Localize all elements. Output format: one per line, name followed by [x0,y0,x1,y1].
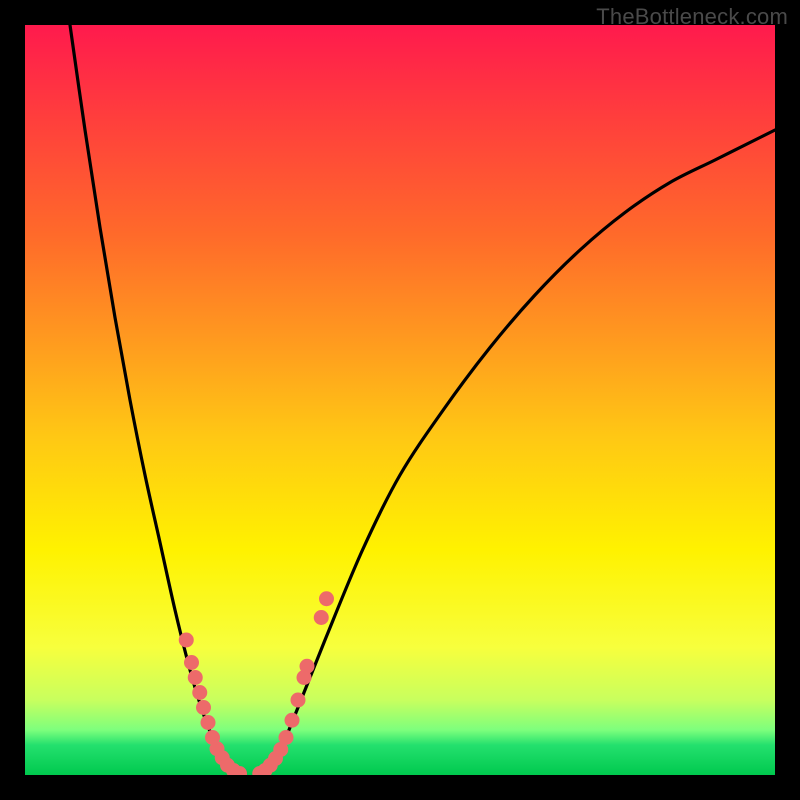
data-point [188,670,203,685]
data-point [192,685,207,700]
data-point [184,655,199,670]
data-point-markers [179,591,334,775]
data-point [179,633,194,648]
curve-left-branch [70,25,235,775]
data-point [279,730,294,745]
data-point [319,591,334,606]
chart-svg [25,25,775,775]
data-point [291,693,306,708]
data-point [300,659,315,674]
data-point [285,713,300,728]
data-point [314,610,329,625]
data-point [201,715,216,730]
data-point [196,700,211,715]
curve-right-branch [265,130,775,775]
chart-frame [25,25,775,775]
